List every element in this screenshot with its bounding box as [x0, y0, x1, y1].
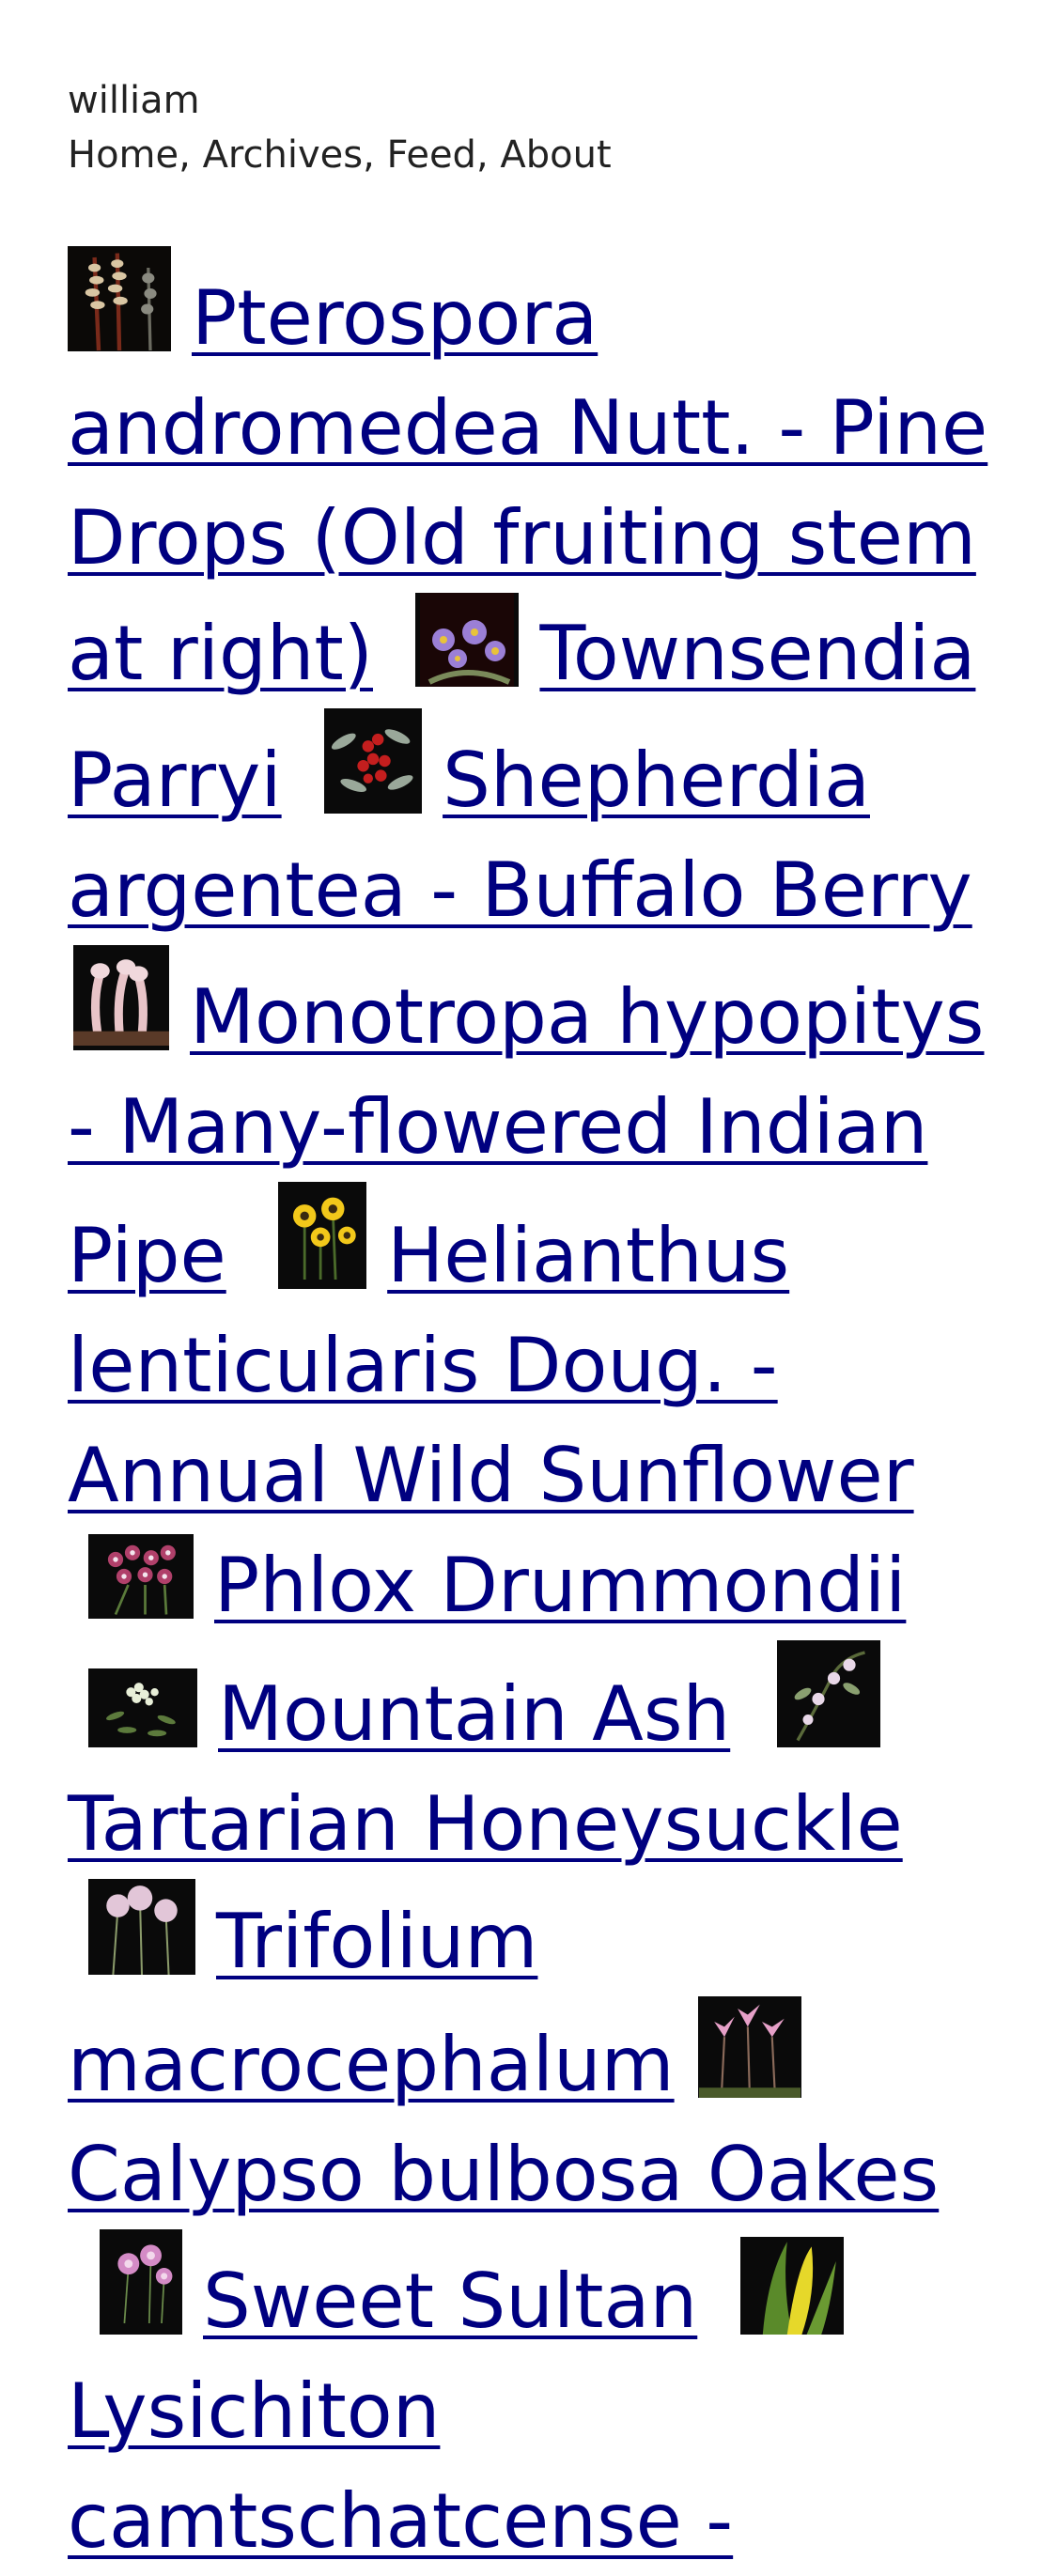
entry-sweet-sultan-link[interactable]: Sweet Sultan	[203, 2258, 697, 2345]
townsendia-thumbnail-icon[interactable]	[415, 593, 520, 687]
plant-gallery: Pterospora andromedea Nutt. - Pine Drops…	[68, 246, 1007, 2576]
sunflower-thumbnail-icon[interactable]	[278, 1182, 367, 1289]
nav-about-link[interactable]: About	[500, 133, 611, 177]
entry-lysichiton-link[interactable]: Lysichiton camtschatcense -	[68, 2367, 733, 2565]
site-title[interactable]: william	[68, 73, 612, 128]
phlox-thumbnail-icon[interactable]	[88, 1534, 194, 1619]
trifolium-thumbnail-icon[interactable]	[88, 1879, 195, 1975]
mountain-ash-thumbnail-icon[interactable]	[88, 1668, 197, 1747]
nav-separator: ,	[363, 133, 387, 177]
site-nav: Home, Archives, Feed, About	[68, 128, 612, 182]
nav-home-link[interactable]: Home	[68, 133, 179, 177]
entry-honeysuckle-link[interactable]: Tartarian Honeysuckle	[68, 1780, 903, 1868]
nav-feed-link[interactable]: Feed	[387, 133, 476, 177]
sweet-sultan-thumbnail-icon[interactable]	[100, 2229, 182, 2335]
buffalo-berry-thumbnail-icon[interactable]	[324, 708, 423, 814]
calypso-thumbnail-icon[interactable]	[698, 1996, 802, 2098]
pine-drops-thumbnail-icon[interactable]	[68, 246, 171, 351]
lysichiton-thumbnail-icon[interactable]	[739, 2237, 844, 2335]
entry-mountain-ash-link[interactable]: Mountain Ash	[218, 1670, 730, 1758]
nav-separator: ,	[179, 133, 203, 177]
entry-calypso-link[interactable]: Calypso bulbosa Oakes	[68, 2131, 939, 2218]
site-header: william Home, Archives, Feed, About	[68, 73, 612, 182]
indian-pipe-thumbnail-icon[interactable]	[73, 945, 169, 1050]
nav-separator: ,	[475, 133, 501, 177]
nav-archives-link[interactable]: Archives	[203, 133, 364, 177]
honeysuckle-thumbnail-icon[interactable]	[776, 1640, 880, 1747]
entry-phlox-link[interactable]: Phlox Drummondii	[214, 1542, 906, 1629]
